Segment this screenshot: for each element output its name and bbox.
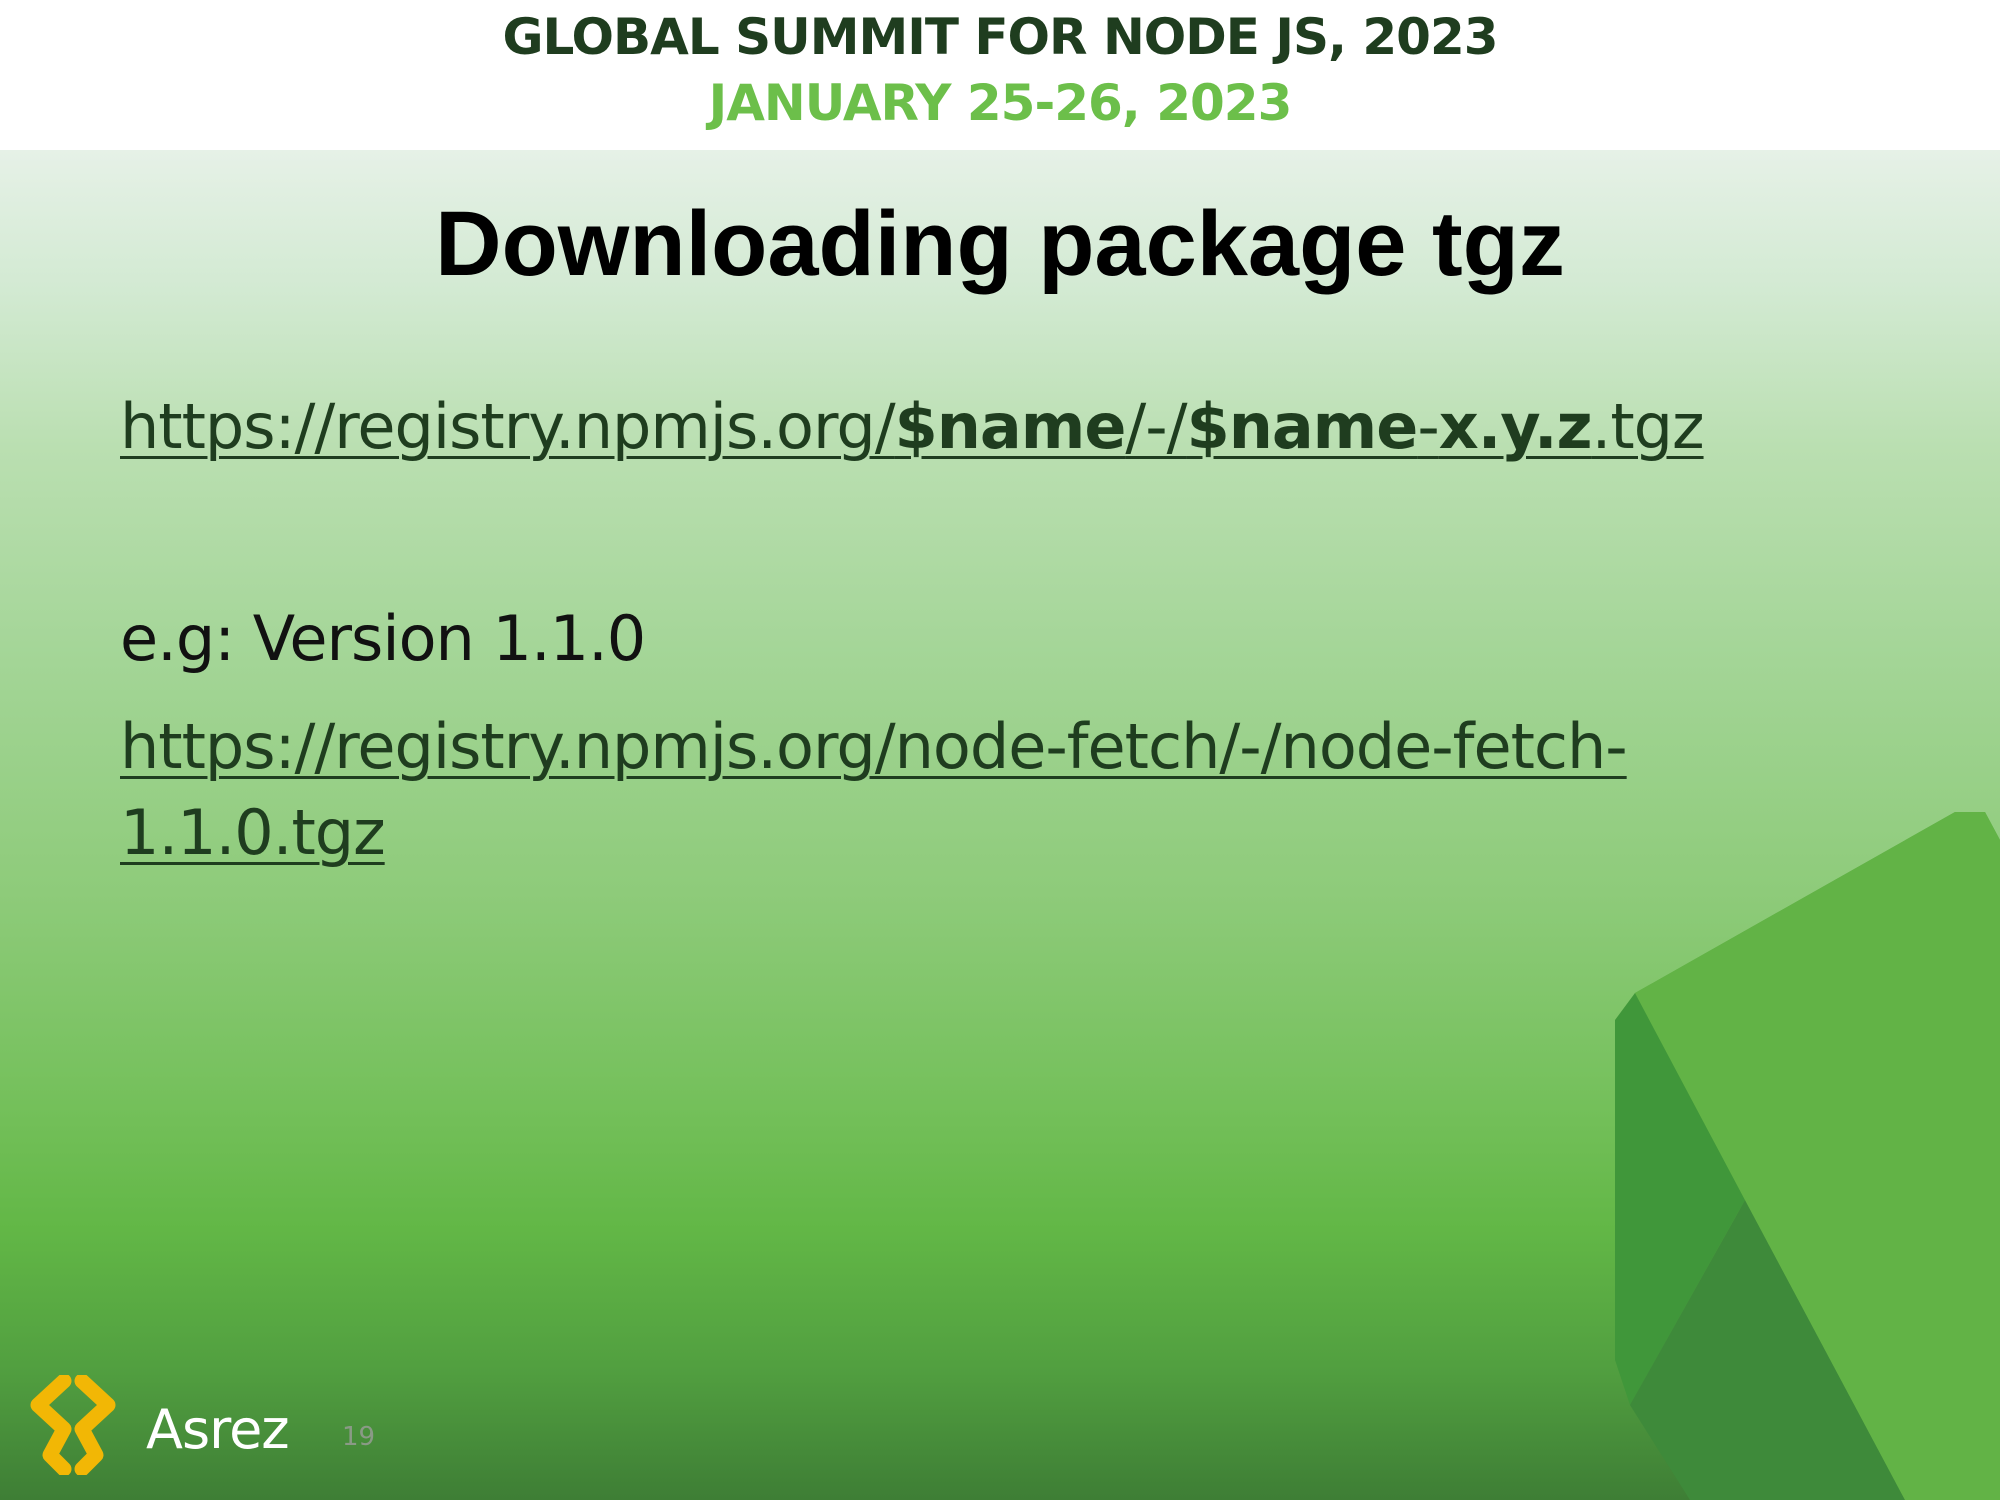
url-prefix: https://registry.npmjs.org/ xyxy=(120,390,896,463)
url-name-placeholder: $name xyxy=(894,390,1127,463)
slide-body: Downloading package tgz https://registry… xyxy=(0,150,2000,1500)
slide-header: GLOBAL SUMMIT FOR NODE JS, 2023 JANUARY … xyxy=(0,0,2000,150)
url-suffix: .tgz xyxy=(1591,390,1705,463)
example-url-link-continued[interactable]: 1.1.0.tgz xyxy=(120,796,386,869)
page-number: 19 xyxy=(342,1422,376,1452)
url-name-placeholder: $name xyxy=(1186,390,1419,463)
asrez-logo-icon xyxy=(30,1375,116,1475)
example-label: e.g: Version 1.1.0 xyxy=(120,602,646,675)
logo-text: Asrez xyxy=(146,1398,290,1461)
url-dash: - xyxy=(1417,390,1439,463)
slide-title: Downloading package tgz xyxy=(435,193,1565,295)
example-url-link[interactable]: https://registry.npmjs.org/node-fetch/-/… xyxy=(120,710,1628,783)
template-url-link[interactable]: https://registry.npmjs.org/$name/-/$name… xyxy=(120,390,1705,463)
summit-title: GLOBAL SUMMIT FOR NODE JS, 2023 xyxy=(502,8,1498,66)
url-separator: /-/ xyxy=(1125,390,1187,463)
url-version-placeholder: x.y.z xyxy=(1438,390,1593,463)
summit-date: JANUARY 25-26, 2023 xyxy=(708,74,1293,132)
